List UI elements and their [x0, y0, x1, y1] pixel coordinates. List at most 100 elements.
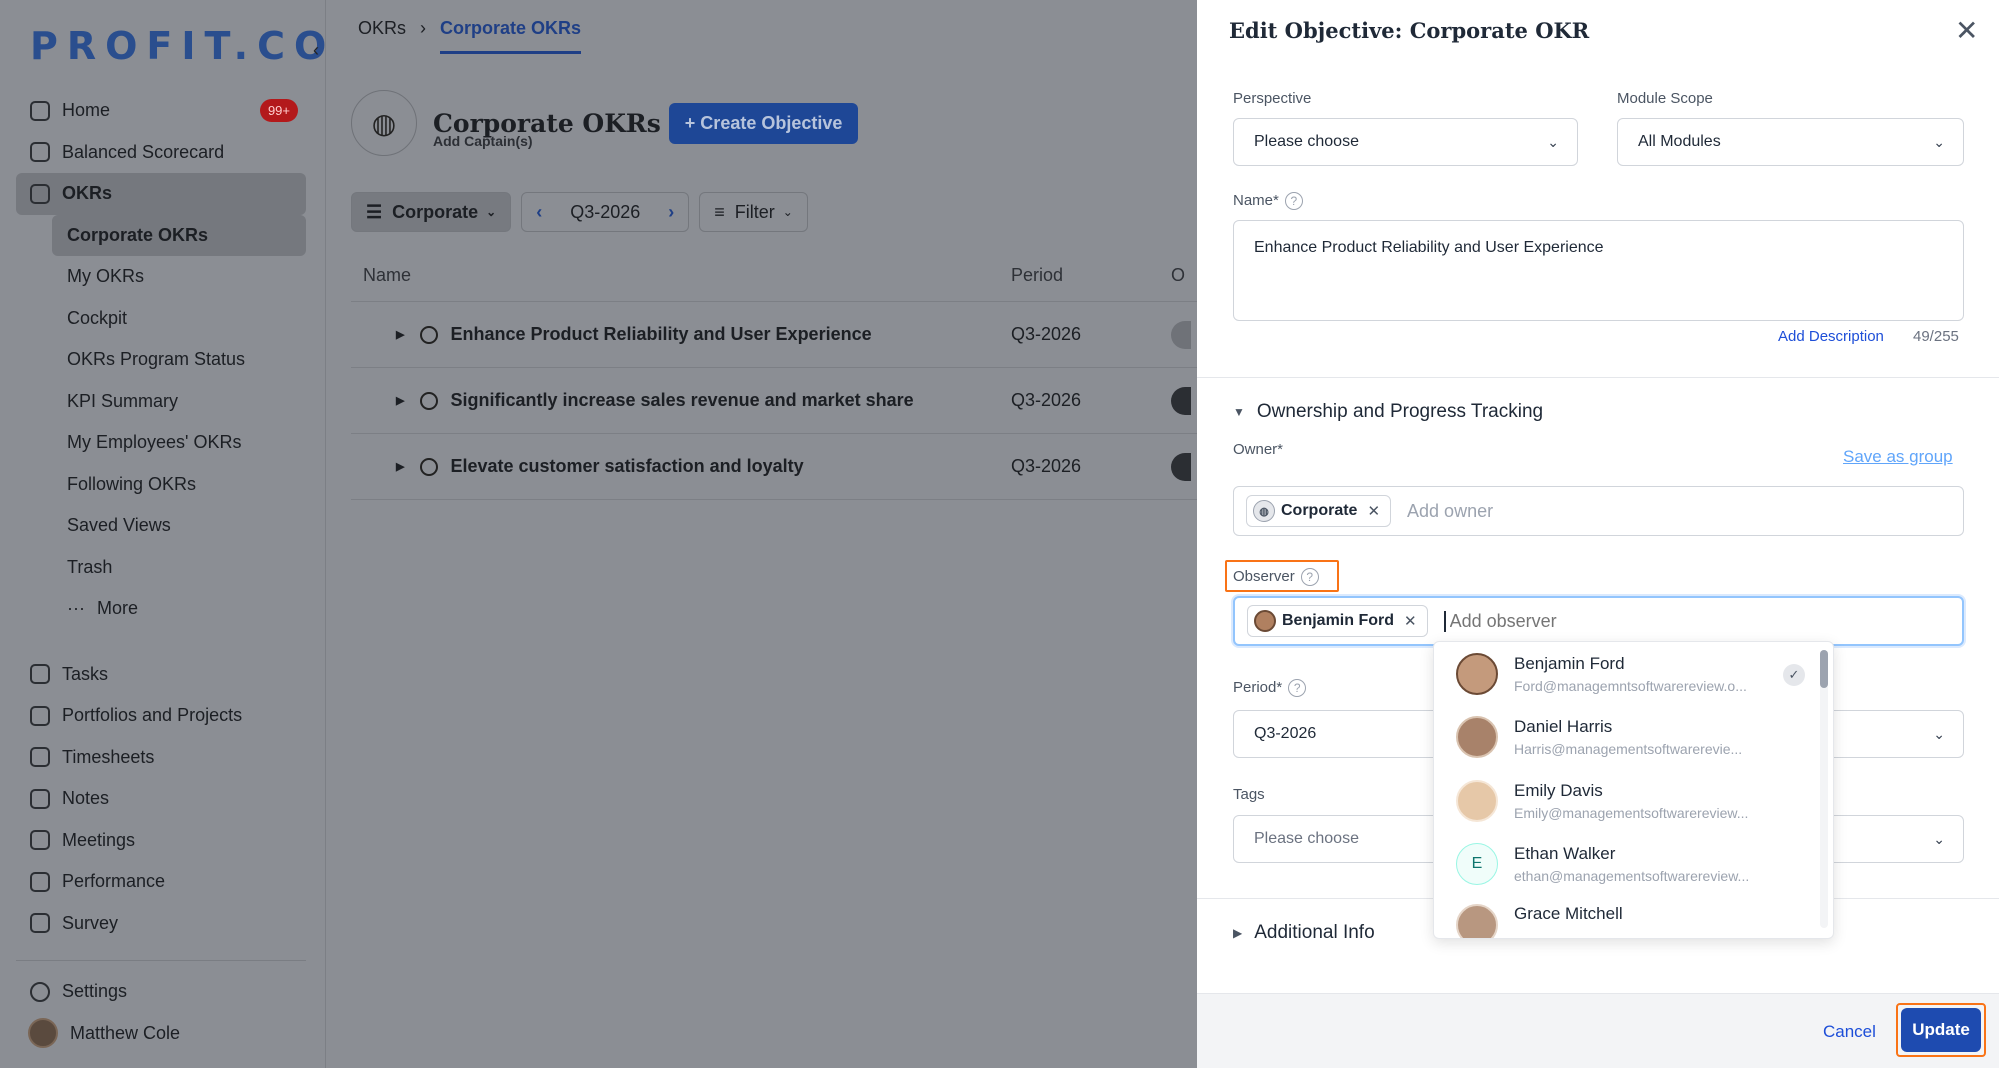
list-item[interactable]: Benjamin Ford Ford@managemntsoftwarerevi… — [1434, 642, 1833, 706]
list-item[interactable]: Daniel Harris Harris@managementsoftwarer… — [1434, 706, 1833, 770]
dropdown-scrollbar[interactable] — [1820, 650, 1828, 928]
sidebar-subitem-more[interactable]: ··· More — [52, 588, 306, 630]
help-icon[interactable]: ? — [1300, 568, 1319, 587]
observer-input[interactable] — [1443, 610, 1844, 632]
column-name[interactable]: Name — [351, 265, 1011, 286]
cancel-button[interactable]: Cancel — [1823, 1022, 1876, 1042]
expand-icon[interactable]: ▶ — [396, 460, 404, 473]
perspective-select[interactable]: Please choose ⌄ — [1233, 118, 1578, 166]
close-icon[interactable]: ✕ — [1955, 14, 1978, 47]
create-objective-button[interactable]: + Create Objective — [668, 102, 859, 144]
tasks-icon — [30, 664, 50, 685]
collapse-sidebar-icon[interactable]: ‹ — [313, 40, 319, 61]
module-scope-select[interactable]: All Modules ⌄ — [1617, 118, 1964, 166]
sidebar-item-timesheets[interactable]: Timesheets — [16, 737, 306, 779]
observer-label-text: Observer — [1233, 568, 1295, 585]
sidebar-item-label: Portfolios and Projects — [62, 705, 243, 726]
sidebar-item-settings[interactable]: Settings — [16, 971, 306, 1013]
table-row[interactable]: ▶ Elevate customer satisfaction and loyal… — [351, 434, 1201, 500]
chevron-down-icon: ⌄ — [1933, 133, 1945, 150]
sidebar-subitem-program-status[interactable]: OKRs Program Status — [52, 339, 306, 381]
name-textarea[interactable]: Enhance Product Reliability and User Exp… — [1233, 220, 1964, 321]
help-icon[interactable]: ? — [1288, 679, 1307, 698]
sidebar-subitem-cockpit[interactable]: Cockpit — [52, 298, 306, 340]
char-count: 49/255 — [1913, 328, 1959, 345]
row-name: ▶ Enhance Product Reliability and User Ex… — [351, 324, 1011, 345]
view-select[interactable]: ☰ Corporate ⌄ — [351, 192, 512, 232]
owner-label: Owner* — [1233, 441, 1284, 458]
sidebar-item-tasks[interactable]: Tasks — [16, 654, 306, 696]
table-row[interactable]: ▶ Enhance Product Reliability and User Ex… — [351, 302, 1201, 368]
remove-icon[interactable]: ✕ — [1367, 502, 1380, 520]
more-icon: ··· — [67, 598, 85, 619]
module-scope-label: Module Scope — [1617, 90, 1713, 107]
sidebar-item-meetings[interactable]: Meetings — [16, 820, 306, 862]
remove-icon[interactable]: ✕ — [1404, 612, 1417, 630]
help-icon[interactable]: ? — [1284, 192, 1303, 211]
sidebar-item-survey[interactable]: Survey — [16, 903, 306, 945]
sidebar-subitem-saved-views[interactable]: Saved Views — [52, 505, 306, 547]
sidebar-item-home[interactable]: Home 99+ — [16, 90, 306, 132]
user-profile[interactable]: Matthew Cole — [16, 1013, 306, 1055]
sidebar-footer: Settings Matthew Cole — [16, 960, 306, 1054]
scrollbar-thumb[interactable] — [1820, 650, 1828, 688]
perspective-label: Perspective — [1233, 90, 1312, 107]
sidebar-subitem-my-okrs[interactable]: My OKRs — [52, 256, 306, 298]
avatar — [1456, 779, 1498, 822]
owner-chip-label: Corporate — [1281, 502, 1358, 519]
sidebar-subitem-corporate-okrs[interactable]: Corporate OKRs — [52, 214, 306, 256]
additional-info-toggle[interactable]: ▶ Additional Info — [1233, 922, 1375, 944]
nav-separator — [16, 630, 306, 654]
breadcrumb-corporate-okrs[interactable]: Corporate OKRs — [440, 18, 582, 54]
owner-field[interactable]: ◍ Corporate ✕ Add owner — [1233, 486, 1964, 536]
sidebar-item-performance[interactable]: Performance — [16, 861, 306, 903]
column-period[interactable]: Period — [1011, 265, 1171, 286]
main-content: OKRs › Corporate OKRs ◍ Corporate OKRs +… — [325, 0, 1201, 1068]
sidebar-subitem-kpi-summary[interactable]: KPI Summary — [52, 381, 306, 423]
sidebar-subitem-trash[interactable]: Trash — [52, 547, 306, 589]
tags-label: Tags — [1233, 786, 1265, 803]
chevron-down-icon: ⌄ — [1933, 725, 1945, 742]
objective-name: Significantly increase sales revenue and… — [450, 390, 914, 410]
avatar — [1171, 386, 1191, 415]
add-description-link[interactable]: Add Description — [1778, 328, 1884, 345]
expand-icon[interactable]: ▶ — [396, 394, 404, 407]
period-value: Q3-2026 — [1254, 725, 1317, 742]
list-item[interactable]: Emily Davis Emily@managementsoftwarerevi… — [1434, 769, 1833, 833]
home-icon — [30, 100, 50, 121]
sidebar-item-label: OKRs — [62, 183, 113, 204]
user-name: Emily Davis — [1514, 780, 1603, 800]
list-item[interactable]: Grace Mitchell — [1434, 896, 1833, 938]
observer-field[interactable]: Benjamin Ford ✕ — [1233, 596, 1964, 646]
prev-period-icon[interactable]: ‹ — [536, 202, 542, 223]
section-title: Additional Info — [1254, 922, 1375, 943]
breadcrumb-okrs[interactable]: OKRs — [358, 18, 406, 54]
add-captains-link[interactable]: Add Captain(s) — [433, 133, 533, 149]
performance-icon — [30, 871, 50, 892]
update-button[interactable]: Update — [1901, 1008, 1981, 1052]
expand-icon[interactable]: ▶ — [396, 328, 404, 341]
list-item[interactable]: E Ethan Walker ethan@managementsoftwarer… — [1434, 833, 1833, 897]
owner-chip: ◍ Corporate ✕ — [1246, 495, 1392, 527]
sidebar-item-balanced-scorecard[interactable]: Balanced Scorecard — [16, 132, 306, 174]
ownership-section-toggle[interactable]: ▼ Ownership and Progress Tracking — [1233, 401, 1543, 423]
notification-badge: 99+ — [259, 99, 298, 123]
sidebar-item-portfolios[interactable]: Portfolios and Projects — [16, 695, 306, 737]
briefcase-icon — [30, 705, 50, 726]
sidebar-item-notes[interactable]: Notes — [16, 778, 306, 820]
chevron-down-icon: ⌄ — [1933, 830, 1945, 847]
sidebar-subitem-employees-okrs[interactable]: My Employees' OKRs — [52, 422, 306, 464]
module-scope-value: All Modules — [1638, 133, 1721, 150]
objective-name: Elevate customer satisfaction and loyalt… — [450, 456, 804, 476]
sidebar-subitem-following-okrs[interactable]: Following OKRs — [52, 464, 306, 506]
next-period-icon[interactable]: › — [668, 202, 674, 223]
sidebar-item-okrs[interactable]: OKRs — [16, 173, 306, 215]
save-as-group-link[interactable]: Save as group — [1843, 447, 1953, 467]
filter-button[interactable]: ≡ Filter ⌄ — [699, 192, 808, 232]
owner-input[interactable]: Add owner — [1407, 501, 1807, 522]
period-label: Period*? — [1233, 679, 1307, 698]
sidebar: PROFIT.CO ‹ Home 99+ Balanced Scorecard … — [0, 0, 326, 1068]
table-row[interactable]: ▶ Significantly increase sales revenue an… — [351, 368, 1201, 434]
panel-footer: Cancel Update — [1197, 993, 1999, 1068]
user-name: Daniel Harris — [1514, 717, 1613, 737]
